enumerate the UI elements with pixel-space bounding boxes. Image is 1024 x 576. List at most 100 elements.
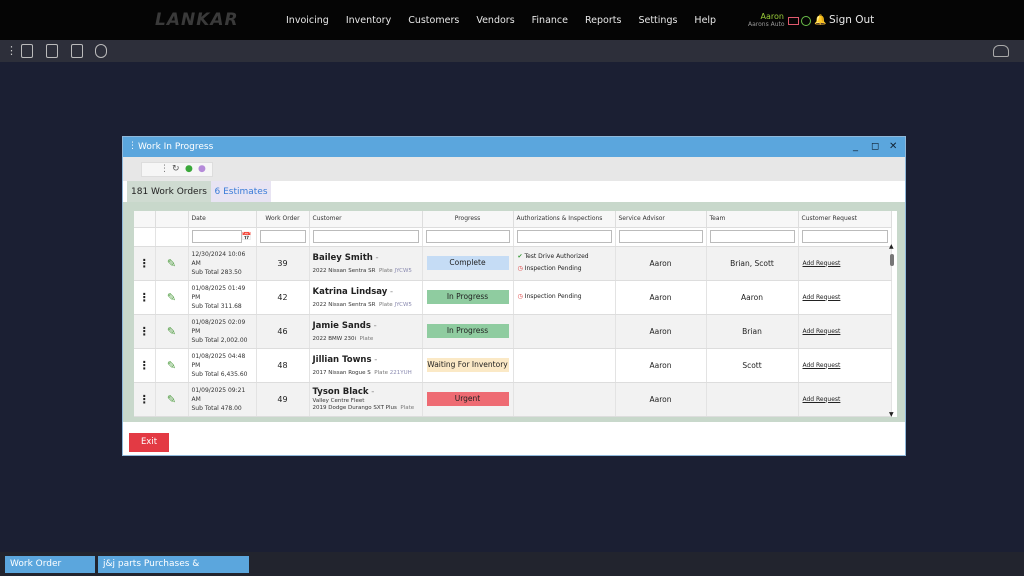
row-subtotal: Sub Total 2,002.00 [191, 336, 248, 344]
close-icon[interactable]: ✕ [889, 141, 897, 152]
add-estimate-icon[interactable]: ● [198, 164, 206, 174]
filter-wo-cell [256, 227, 310, 247]
task-purchases[interactable]: j&j parts Purchases & Payments✕ [98, 556, 249, 573]
user-info[interactable]: Aaron Aarons Auto [748, 12, 785, 28]
customer-cell[interactable]: Katrina Lindsay - 2022 Nissan Sentra SR P… [309, 280, 423, 315]
progress-badge[interactable]: In Progress [426, 290, 509, 304]
nav-finance[interactable]: Finance [532, 15, 568, 26]
auth-item: ◷ Inspection Pending [518, 263, 615, 275]
progress-badge[interactable]: In Progress [426, 324, 509, 338]
work-order-number[interactable]: 46 [256, 314, 310, 349]
edit-pencil-icon[interactable]: ✎ [155, 348, 189, 383]
col-service-advisor[interactable]: Service Advisor [615, 211, 707, 228]
badge-icon[interactable] [95, 44, 107, 58]
scroll-up-icon[interactable]: ▲ [889, 243, 894, 250]
taskbar: Work Order #111✕ j&j parts Purchases & P… [0, 552, 1024, 576]
tab-estimates[interactable]: 6 Estimates [211, 181, 271, 202]
date-cell: 12/30/2024 10:06 AM Sub Total 283.50 [188, 246, 257, 281]
nav-help[interactable]: Help [694, 15, 716, 26]
nav-invoicing[interactable]: Invoicing [286, 15, 329, 26]
progress-badge[interactable]: Waiting For Inventory [426, 358, 509, 372]
drag-handle-icon[interactable]: ⋮ [128, 141, 137, 151]
users-icon[interactable] [993, 45, 1009, 57]
calendar-icon[interactable]: 📅 [242, 232, 252, 241]
add-request-link[interactable]: Add Request [798, 280, 892, 315]
nav-customers[interactable]: Customers [408, 15, 459, 26]
grid-menu-icon[interactable]: ⋮ [160, 164, 169, 174]
filter-authorizations-input[interactable] [516, 230, 612, 243]
customer-cell[interactable]: Tyson Black - Valley Centre Fleet 2019 Dod… [309, 382, 423, 417]
minimize-icon[interactable]: _ [853, 141, 858, 152]
nav-vendors[interactable]: Vendors [476, 15, 514, 26]
edit-pencil-icon[interactable]: ✎ [155, 246, 189, 281]
col-progress[interactable]: Progress [422, 211, 514, 228]
exit-button[interactable]: Exit [129, 433, 169, 452]
row-menu-icon[interactable]: ⋮ [134, 280, 156, 315]
maximize-icon[interactable]: ◻ [871, 141, 879, 152]
row-menu-icon[interactable]: ⋮ [134, 314, 156, 349]
table-row[interactable]: ⋮ ✎ 01/08/2025 01:49 PM Sub Total 311.68 42 K… [134, 280, 892, 315]
nav-inventory[interactable]: Inventory [346, 15, 391, 26]
customer-cell[interactable]: Bailey Smith - 2022 Nissan Sentra SR Plat… [309, 246, 423, 281]
filter-advisor-input[interactable] [618, 230, 703, 243]
progress-badge[interactable]: Complete [426, 256, 509, 270]
customer-name: Katrina Lindsay [312, 286, 388, 297]
row-menu-icon[interactable]: ⋮ [134, 348, 156, 383]
edit-pencil-icon[interactable]: ✎ [155, 382, 189, 417]
progress-badge[interactable]: Urgent [426, 392, 509, 406]
work-order-number[interactable]: 49 [256, 382, 310, 417]
add-request-link[interactable]: Add Request [798, 314, 892, 349]
col-team[interactable]: Team [706, 211, 799, 228]
grid-scrollbar[interactable]: ▲ ▼ [889, 243, 895, 417]
task-work-order[interactable]: Work Order #111✕ [5, 556, 95, 573]
row-menu-icon[interactable]: ⋮ [134, 382, 156, 417]
table-row[interactable]: ⋮ ✎ 01/09/2025 09:21 AM Sub Total 478.00 49 T… [134, 382, 892, 417]
lankar-logo[interactable]: LANKAR [155, 10, 239, 30]
filter-team-input[interactable] [709, 230, 795, 243]
add-icon[interactable]: ● [185, 164, 193, 174]
nav-reports[interactable]: Reports [585, 15, 621, 26]
edit-pencil-icon[interactable]: ✎ [155, 280, 189, 315]
nav-settings[interactable]: Settings [638, 15, 677, 26]
table-row[interactable]: ⋮ ✎ 01/08/2025 04:48 PM Sub Total 6,435.60 4… [134, 348, 892, 383]
tab-work-orders[interactable]: 181 Work Orders [127, 181, 211, 202]
add-request-link[interactable]: Add Request [798, 246, 892, 281]
progress-cell: In Progress [422, 314, 514, 349]
calendar-clock-icon[interactable] [21, 44, 33, 58]
clipboard-list-icon[interactable] [46, 44, 58, 58]
customer-cell[interactable]: Jillian Towns -2017 Nissan Rogue S Plate… [309, 348, 423, 383]
mail-icon[interactable] [788, 17, 799, 25]
customer-cell[interactable]: Jamie Sands - 2022 BMW 230i Plate [309, 314, 423, 349]
col-date[interactable]: Date [188, 211, 257, 228]
refresh-icon[interactable]: ↻ [172, 164, 180, 174]
work-order-number[interactable]: 42 [256, 280, 310, 315]
edit-pencil-icon[interactable]: ✎ [155, 314, 189, 349]
toolbar-menu-icon[interactable]: ⋮ [6, 44, 17, 57]
plate-label: Plate [378, 267, 393, 274]
col-work-order[interactable]: Work Order [256, 211, 310, 228]
work-order-number[interactable]: 39 [256, 246, 310, 281]
vehicle-line: 2017 Nissan Rogue S Plate 221YUH [313, 370, 422, 376]
clipboard-icon[interactable] [71, 44, 83, 58]
col-customer[interactable]: Customer [309, 211, 423, 228]
add-request-link[interactable]: Add Request [798, 348, 892, 383]
table-row[interactable]: ⋮ ✎ 01/08/2025 02:09 PM Sub Total 2,002.00 4… [134, 314, 892, 349]
scroll-thumb[interactable] [890, 254, 894, 266]
filter-progress-input[interactable] [425, 230, 510, 243]
clock-icon[interactable] [801, 16, 811, 26]
col-authorizations[interactable]: Authorizations & Inspections [513, 211, 616, 228]
filter-request-input[interactable] [801, 230, 888, 243]
col-customer-request[interactable]: Customer Request [798, 211, 892, 228]
filter-customer-input[interactable] [312, 230, 419, 243]
progress-cell: In Progress [422, 280, 514, 315]
filter-work-order-input[interactable] [259, 230, 306, 243]
sign-out-link[interactable]: Sign Out [829, 14, 874, 26]
scroll-down-icon[interactable]: ▼ [889, 411, 894, 417]
filter-date-input[interactable] [191, 230, 242, 243]
add-request-link[interactable]: Add Request [798, 382, 892, 417]
table-row[interactable]: ⋮ ✎ 12/30/2024 10:06 AM Sub Total 283.50 39 B… [134, 246, 892, 281]
row-menu-icon[interactable]: ⋮ [134, 246, 156, 281]
work-order-number[interactable]: 48 [256, 348, 310, 383]
window-titlebar[interactable]: ⋮ Work In Progress _ ◻ ✕ [123, 137, 905, 157]
bell-icon[interactable]: 🔔 [814, 15, 826, 26]
